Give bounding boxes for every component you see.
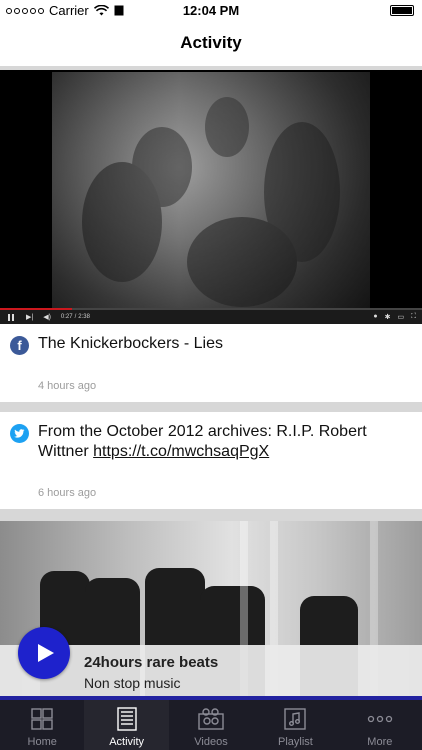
time-divider: / bbox=[74, 314, 77, 320]
fullscreen-icon[interactable]: ⛶ bbox=[411, 313, 416, 321]
tab-videos[interactable]: Videos bbox=[169, 700, 253, 750]
info-icon[interactable]: ● bbox=[373, 313, 377, 321]
divider bbox=[0, 509, 422, 521]
tab-label: Playlist bbox=[278, 736, 313, 748]
activity-list-icon bbox=[114, 707, 140, 731]
video-elapsed: 0:27 bbox=[60, 314, 73, 320]
tab-label: Home bbox=[27, 736, 57, 748]
pause-icon[interactable] bbox=[8, 313, 16, 321]
tweet-link[interactable]: https://t.co/mwchsaqPgX bbox=[93, 443, 269, 460]
feed-item-text: From the October 2012 archives: R.I.P. R… bbox=[38, 422, 412, 462]
tab-bar: Home Activity Videos Playlist More bbox=[0, 700, 422, 750]
status-bar: Carrier 12:04 PM bbox=[0, 0, 422, 22]
more-dots-icon bbox=[367, 707, 393, 731]
theater-mode-icon[interactable]: ▭ bbox=[397, 313, 404, 321]
station-subtitle: Non stop music bbox=[84, 675, 181, 691]
volume-icon[interactable]: ◀) bbox=[43, 313, 51, 321]
tab-playlist[interactable]: Playlist bbox=[253, 700, 337, 750]
settings-icon[interactable]: ✱ bbox=[385, 313, 391, 321]
status-time: 12:04 PM bbox=[182, 3, 240, 18]
next-icon[interactable]: ▶| bbox=[26, 313, 33, 321]
feed-item[interactable]: f The Knickerbockers - Lies 4 hours ago bbox=[0, 324, 422, 402]
video-player[interactable]: ▶| ◀) 0:27 / 2:38 ● ✱ ▭ ⛶ bbox=[0, 70, 422, 324]
page-title: Activity bbox=[0, 22, 422, 66]
twitter-icon bbox=[10, 424, 29, 443]
videos-icon bbox=[198, 707, 224, 731]
tab-home[interactable]: Home bbox=[0, 700, 84, 750]
tab-label: Videos bbox=[194, 736, 228, 748]
feed-item[interactable]: From the October 2012 archives: R.I.P. R… bbox=[0, 412, 422, 509]
feed-item-time: 6 hours ago bbox=[38, 487, 97, 499]
feed-item-time: 4 hours ago bbox=[38, 380, 97, 392]
play-icon bbox=[38, 644, 54, 662]
tab-label: Activity bbox=[109, 736, 145, 748]
play-button[interactable] bbox=[18, 627, 70, 679]
home-grid-icon bbox=[29, 707, 55, 731]
tab-activity[interactable]: Activity bbox=[84, 700, 169, 750]
tab-more[interactable]: More bbox=[338, 700, 422, 750]
feed-item-text: The Knickerbockers - Lies bbox=[38, 335, 223, 352]
station-title: 24hours rare beats bbox=[84, 654, 219, 671]
video-thumbnail[interactable] bbox=[52, 72, 370, 310]
divider bbox=[0, 402, 422, 412]
facebook-icon: f bbox=[10, 336, 29, 355]
tab-label: More bbox=[367, 736, 393, 748]
battery-icon bbox=[390, 5, 414, 16]
video-frame-image bbox=[82, 97, 340, 307]
playlist-music-icon bbox=[282, 707, 308, 731]
video-duration: 2:38 bbox=[78, 314, 90, 320]
video-controls: ▶| ◀) 0:27 / 2:38 ● ✱ ▭ ⛶ bbox=[0, 310, 422, 324]
